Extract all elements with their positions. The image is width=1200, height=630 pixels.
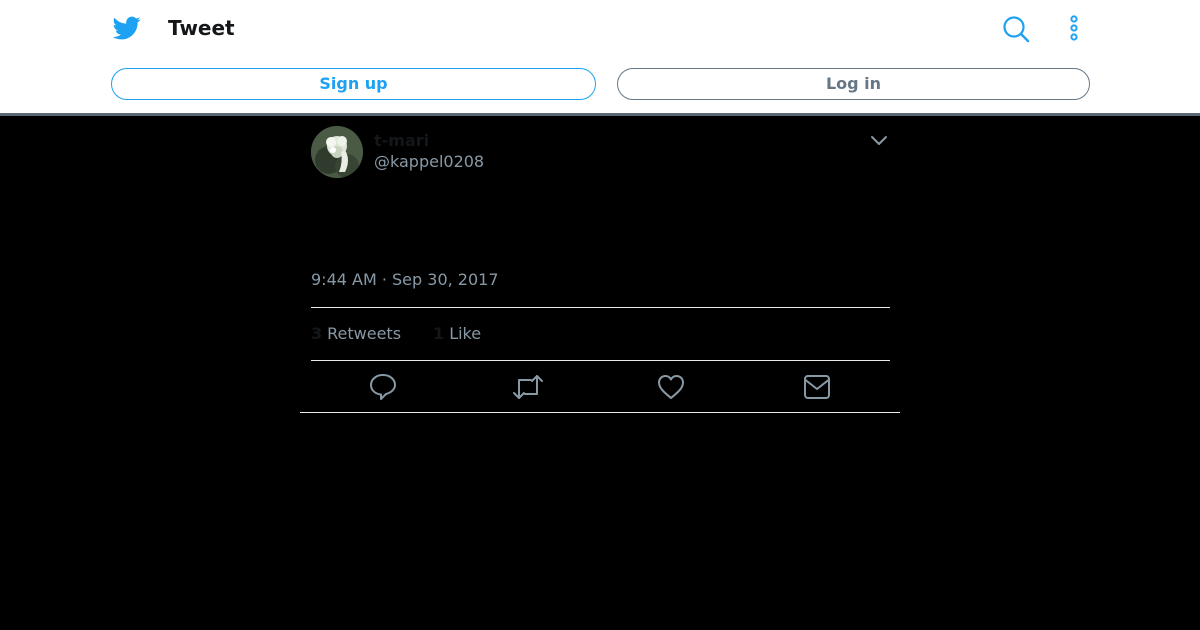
user-handle[interactable]: @kappel0208 [374, 152, 484, 172]
avatar-image [311, 126, 363, 178]
retweets-stat[interactable]: 3 Retweets [311, 324, 401, 344]
tweet-timestamp[interactable]: 9:44 AM · Sep 30, 2017 [311, 270, 499, 290]
retweet-icon[interactable] [512, 372, 544, 402]
search-icon[interactable] [1002, 15, 1030, 43]
chevron-down-icon[interactable] [869, 131, 889, 149]
display-name[interactable]: t-mari [374, 131, 429, 151]
avatar[interactable] [311, 126, 363, 178]
page-title: Tweet [168, 16, 235, 40]
likes-label: Like [449, 324, 482, 343]
more-vertical-icon[interactable] [1062, 14, 1086, 42]
tweet-stats: 3 Retweets 1 Like [311, 324, 481, 344]
top-bar: Tweet Sign up Log in [0, 0, 1200, 116]
log-in-button[interactable]: Log in [617, 68, 1090, 100]
divider [311, 360, 890, 361]
like-icon[interactable] [657, 372, 685, 402]
direct-message-icon[interactable] [803, 372, 831, 402]
likes-stat[interactable]: 1 Like [433, 324, 481, 344]
sign-up-button[interactable]: Sign up [111, 68, 596, 100]
reply-icon[interactable] [369, 372, 397, 402]
retweets-count: 3 [311, 324, 323, 343]
twitter-bird-icon[interactable] [113, 14, 141, 42]
divider [311, 307, 890, 308]
retweets-label: Retweets [327, 324, 402, 343]
likes-count: 1 [433, 324, 445, 343]
divider [300, 412, 900, 413]
